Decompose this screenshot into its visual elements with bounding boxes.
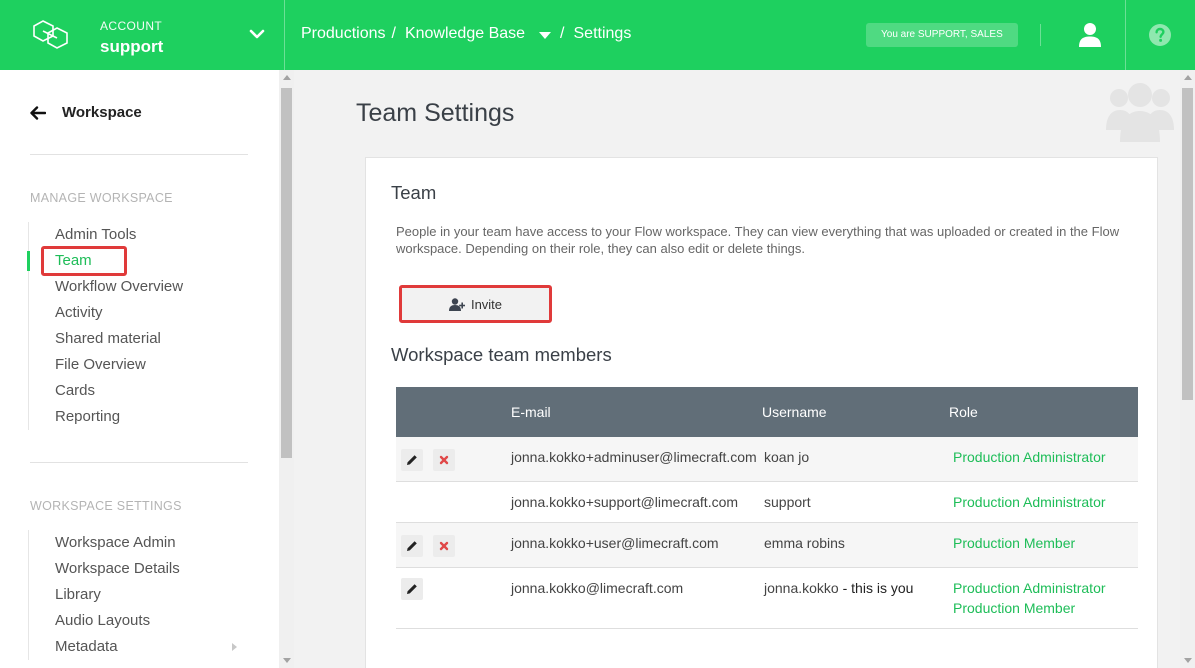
- help-button[interactable]: [1125, 0, 1195, 70]
- table-row: jonna.kokko+adminuser@limecraft.com koan…: [396, 437, 1138, 482]
- team-description: People in your team have access to your …: [396, 224, 1120, 256]
- scroll-up-icon[interactable]: [283, 75, 291, 80]
- chevron-down-icon[interactable]: [249, 28, 265, 40]
- arrow-left-icon[interactable]: [30, 105, 46, 120]
- breadcrumb-separator: /: [391, 25, 396, 42]
- page-title: Team Settings: [356, 99, 515, 127]
- sidebar-item-workflow-overview[interactable]: Workflow Overview: [29, 274, 183, 300]
- sidebar-item-file-overview[interactable]: File Overview: [29, 352, 183, 378]
- pencil-icon: [407, 541, 417, 551]
- member-email: jonna.kokko@limecraft.com: [511, 580, 684, 596]
- table-row: jonna.kokko+support@limecraft.com suppor…: [396, 482, 1138, 523]
- back-label: Workspace: [62, 104, 142, 121]
- breadcrumb-knowledge-base[interactable]: Knowledge Base: [405, 25, 525, 43]
- sidebar-item-cards[interactable]: Cards: [29, 378, 183, 404]
- account-label: ACCOUNT: [100, 19, 163, 33]
- table-header: E-mail Username Role: [396, 387, 1138, 437]
- manage-workspace-heading: MANAGE WORKSPACE: [30, 191, 173, 205]
- invite-label: Invite: [470, 296, 503, 312]
- member-role[interactable]: Production Administrator: [953, 449, 1106, 465]
- workspace-settings-menu: Workspace Admin Workspace Details Librar…: [28, 530, 237, 660]
- member-role[interactable]: Production Member: [953, 535, 1075, 551]
- account-switcher[interactable]: ACCOUNT support: [0, 0, 285, 70]
- sidebar-item-activity[interactable]: Activity: [29, 300, 183, 326]
- table-row: jonna.kokko+user@limecraft.com emma robi…: [396, 523, 1138, 568]
- breadcrumb: Productions / Knowledge Base / Settings: [301, 25, 631, 43]
- caret-right-icon: [232, 643, 237, 651]
- sidebar-item-label: Metadata: [55, 638, 118, 655]
- sidebar-item-shared-material[interactable]: Shared material: [29, 326, 183, 352]
- delete-button[interactable]: [433, 449, 455, 471]
- user-plus-icon: [448, 297, 465, 311]
- column-header-role[interactable]: Role: [949, 404, 978, 420]
- member-username: koan jo: [764, 449, 810, 465]
- member-role[interactable]: Production Administrator: [953, 494, 1106, 510]
- member-username: jonna.kokko - this is you: [764, 580, 913, 596]
- member-role[interactable]: Production Administrator: [953, 580, 1106, 596]
- members-heading: Workspace team members: [391, 344, 612, 365]
- user-icon[interactable]: [1078, 22, 1102, 48]
- breadcrumb-separator: /: [560, 25, 565, 42]
- column-header-username[interactable]: Username: [762, 404, 827, 420]
- scrollbar-thumb[interactable]: [281, 88, 292, 458]
- invite-button[interactable]: Invite: [399, 285, 552, 323]
- scroll-down-icon[interactable]: [1184, 658, 1192, 663]
- edit-button[interactable]: [401, 535, 423, 557]
- table-row: jonna.kokko@limecraft.com jonna.kokko - …: [396, 568, 1138, 629]
- breadcrumb-productions[interactable]: Productions: [301, 25, 386, 43]
- member-email: jonna.kokko+user@limecraft.com: [511, 535, 719, 551]
- close-icon: [439, 455, 449, 465]
- team-heading: Team: [391, 182, 437, 203]
- edit-button[interactable]: [401, 578, 423, 600]
- sidebar: Workspace MANAGE WORKSPACE Admin Tools T…: [0, 70, 279, 668]
- divider: [30, 462, 248, 463]
- sidebar-item-reporting[interactable]: Reporting: [29, 404, 183, 430]
- sidebar-item-library[interactable]: Library: [29, 582, 180, 608]
- member-username: emma robins: [764, 535, 845, 551]
- close-icon: [439, 541, 449, 551]
- sidebar-item-audio-layouts[interactable]: Audio Layouts: [29, 608, 180, 634]
- pencil-icon: [407, 455, 417, 465]
- help-icon[interactable]: [1149, 24, 1171, 46]
- scroll-down-icon[interactable]: [283, 658, 291, 663]
- pencil-icon: [407, 584, 417, 594]
- breadcrumb-settings[interactable]: Settings: [574, 25, 632, 43]
- members-table: E-mail Username Role jonna.kokko+adminus…: [396, 387, 1138, 629]
- divider: [30, 154, 248, 155]
- team-highlight: [41, 246, 127, 276]
- sidebar-item-metadata[interactable]: Metadata: [29, 634, 237, 660]
- sidebar-item-workspace-details[interactable]: Workspace Details: [29, 556, 180, 582]
- member-role[interactable]: Production Member: [953, 600, 1075, 616]
- current-user-note: - this is you: [838, 580, 914, 596]
- workspace-settings-heading: WORKSPACE SETTINGS: [30, 499, 182, 513]
- delete-button[interactable]: [433, 535, 455, 557]
- account-name: support: [100, 37, 164, 56]
- member-username: support: [764, 494, 811, 510]
- scrollbar-thumb[interactable]: [1182, 88, 1193, 400]
- edit-button[interactable]: [401, 449, 423, 471]
- column-header-email[interactable]: E-mail: [511, 404, 551, 420]
- scroll-up-icon[interactable]: [1184, 75, 1192, 80]
- caret-down-icon[interactable]: [539, 32, 552, 39]
- team-icon: [1106, 83, 1174, 142]
- sidebar-scrollbar[interactable]: [279, 70, 294, 668]
- back-to-workspace[interactable]: Workspace: [30, 104, 142, 121]
- member-email: jonna.kokko+support@limecraft.com: [511, 494, 739, 510]
- sidebar-item-workspace-admin[interactable]: Workspace Admin: [29, 530, 180, 556]
- divider: [1040, 24, 1041, 46]
- role-badge: You are SUPPORT, SALES: [866, 23, 1018, 47]
- team-card: Team People in your team have access to …: [365, 157, 1158, 668]
- member-username-value: jonna.kokko: [764, 580, 839, 596]
- member-email: jonna.kokko+adminuser@limecraft.com: [511, 449, 757, 465]
- main-scrollbar[interactable]: [1180, 70, 1195, 668]
- top-bar: ACCOUNT support Productions / Knowledge …: [0, 0, 1195, 70]
- limecraft-logo-icon: [33, 20, 68, 49]
- sidebar-item-admin-tools[interactable]: Admin Tools: [29, 222, 183, 248]
